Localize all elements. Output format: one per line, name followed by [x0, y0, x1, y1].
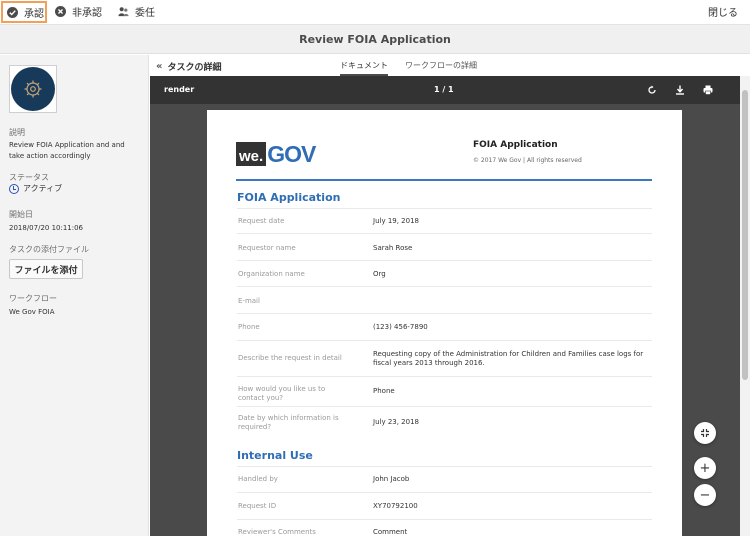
workflow-label: ワークフロー: [9, 294, 57, 303]
description-label: 説明: [9, 128, 25, 137]
viewer-filename: render: [164, 85, 195, 94]
fit-page-button[interactable]: [694, 422, 716, 444]
divider: [237, 286, 652, 287]
tab-workflow-details[interactable]: ワークフローの詳細: [405, 60, 477, 76]
reject-label: 非承認: [72, 7, 102, 19]
wegov-logo: we. GOV: [236, 141, 316, 167]
top-toolbar: 承認 非承認 委任 閉じる: [0, 0, 750, 25]
field-label: Request ID: [238, 502, 277, 510]
double-chevron-left-icon: «: [156, 61, 163, 72]
gear-icon: [24, 80, 42, 98]
download-icon[interactable]: [675, 85, 685, 95]
divider: [237, 313, 652, 314]
fit-page-icon: [701, 429, 709, 437]
print-icon[interactable]: [703, 85, 713, 95]
divider: [237, 492, 652, 493]
field-value: Org: [373, 270, 386, 278]
close-button[interactable]: 閉じる: [708, 0, 738, 22]
task-avatar: [9, 65, 57, 113]
divider: [237, 208, 652, 209]
field-label: Phone: [238, 323, 260, 331]
task-sidebar: 説明 Review FOIA Application and and take …: [0, 55, 149, 536]
section-internal-use: Internal Use: [237, 449, 313, 462]
avatar-circle: [11, 67, 55, 111]
divider: [237, 466, 652, 467]
document-header-title: FOIA Application: [473, 140, 558, 150]
divider: [237, 376, 652, 377]
plus-icon: +: [699, 460, 711, 476]
status-value: アクティブ: [23, 184, 63, 193]
divider: [237, 260, 652, 261]
workflow-value: We Gov FOIA: [9, 308, 55, 316]
refresh-icon[interactable]: [647, 85, 657, 95]
field-label: Describe the request in detail: [238, 354, 342, 362]
attachments-label: タスクの添付ファイル: [9, 245, 89, 254]
field-label: Request date: [238, 217, 285, 225]
delegate-label: 委任: [135, 7, 155, 19]
clock-icon: [9, 183, 19, 194]
zoom-in-button[interactable]: +: [694, 457, 716, 479]
field-label: Date by which information is required?: [238, 414, 339, 431]
header-divider: [236, 179, 652, 181]
viewer-toolbar: render 1 / 1: [150, 76, 740, 104]
field-label: Requestor name: [238, 244, 296, 252]
logo-we: we.: [236, 142, 267, 166]
minus-icon: −: [699, 487, 711, 503]
zoom-out-button[interactable]: −: [694, 484, 716, 506]
close-label: 閉じる: [708, 7, 738, 19]
scrollbar-thumb[interactable]: [742, 90, 748, 380]
viewer-scrollbar[interactable]: [740, 76, 750, 536]
field-value: July 23, 2018: [373, 418, 419, 426]
back-label: タスクの詳細: [167, 63, 222, 73]
close-circle-icon: [55, 5, 66, 17]
field-value: Requesting copy of the Administration fo…: [373, 350, 644, 367]
approve-button[interactable]: 承認: [1, 1, 47, 23]
field-value: XY70792100: [373, 502, 418, 510]
page-title: Review FOIA Application: [299, 32, 451, 46]
status-badge: アクティブ: [9, 183, 62, 194]
divider: [237, 340, 652, 341]
approve-label: 承認: [24, 8, 44, 20]
description-value: Review FOIA Application and and take act…: [9, 141, 125, 160]
divider: [237, 406, 652, 407]
check-circle-icon: [7, 6, 18, 18]
section-foia-application: FOIA Application: [237, 191, 341, 204]
field-label: Reviewer's Comments: [238, 528, 316, 536]
field-value: Comment: [373, 528, 408, 536]
users-icon: [118, 6, 129, 16]
divider: [237, 233, 652, 234]
main-header: « タスクの詳細 ドキュメント ワークフローの詳細: [150, 55, 750, 76]
field-value: John Jacob: [373, 475, 410, 483]
divider: [237, 519, 652, 520]
field-value: (123) 456-7890: [373, 323, 428, 331]
document-copyright: © 2017 We Gov | All rights reserved: [473, 157, 582, 164]
start-date-value: 2018/07/20 10:11:06: [9, 224, 84, 232]
field-label: Organization name: [238, 270, 305, 278]
status-label: ステータス: [9, 173, 49, 182]
attach-file-button[interactable]: ファイルを添付: [9, 259, 83, 279]
title-bar: Review FOIA Application: [0, 25, 750, 54]
back-to-task-details[interactable]: « タスクの詳細: [156, 60, 221, 73]
field-value: Phone: [373, 387, 395, 395]
field-value: July 19, 2018: [373, 217, 419, 225]
field-label: How would you like us to contact you?: [238, 385, 326, 402]
field-value: Sarah Rose: [373, 244, 413, 252]
field-label: E-mail: [238, 297, 260, 305]
reject-button[interactable]: 非承認: [55, 0, 102, 22]
logo-gov: GOV: [267, 141, 316, 167]
delegate-button[interactable]: 委任: [118, 0, 155, 22]
tab-document[interactable]: ドキュメント: [340, 60, 388, 76]
document-page: we. GOV FOIA Application © 2017 We Gov |…: [207, 110, 682, 536]
page-indicator: 1 / 1: [434, 85, 454, 94]
field-label: Handled by: [238, 475, 278, 483]
start-date-label: 開始日: [9, 210, 33, 219]
